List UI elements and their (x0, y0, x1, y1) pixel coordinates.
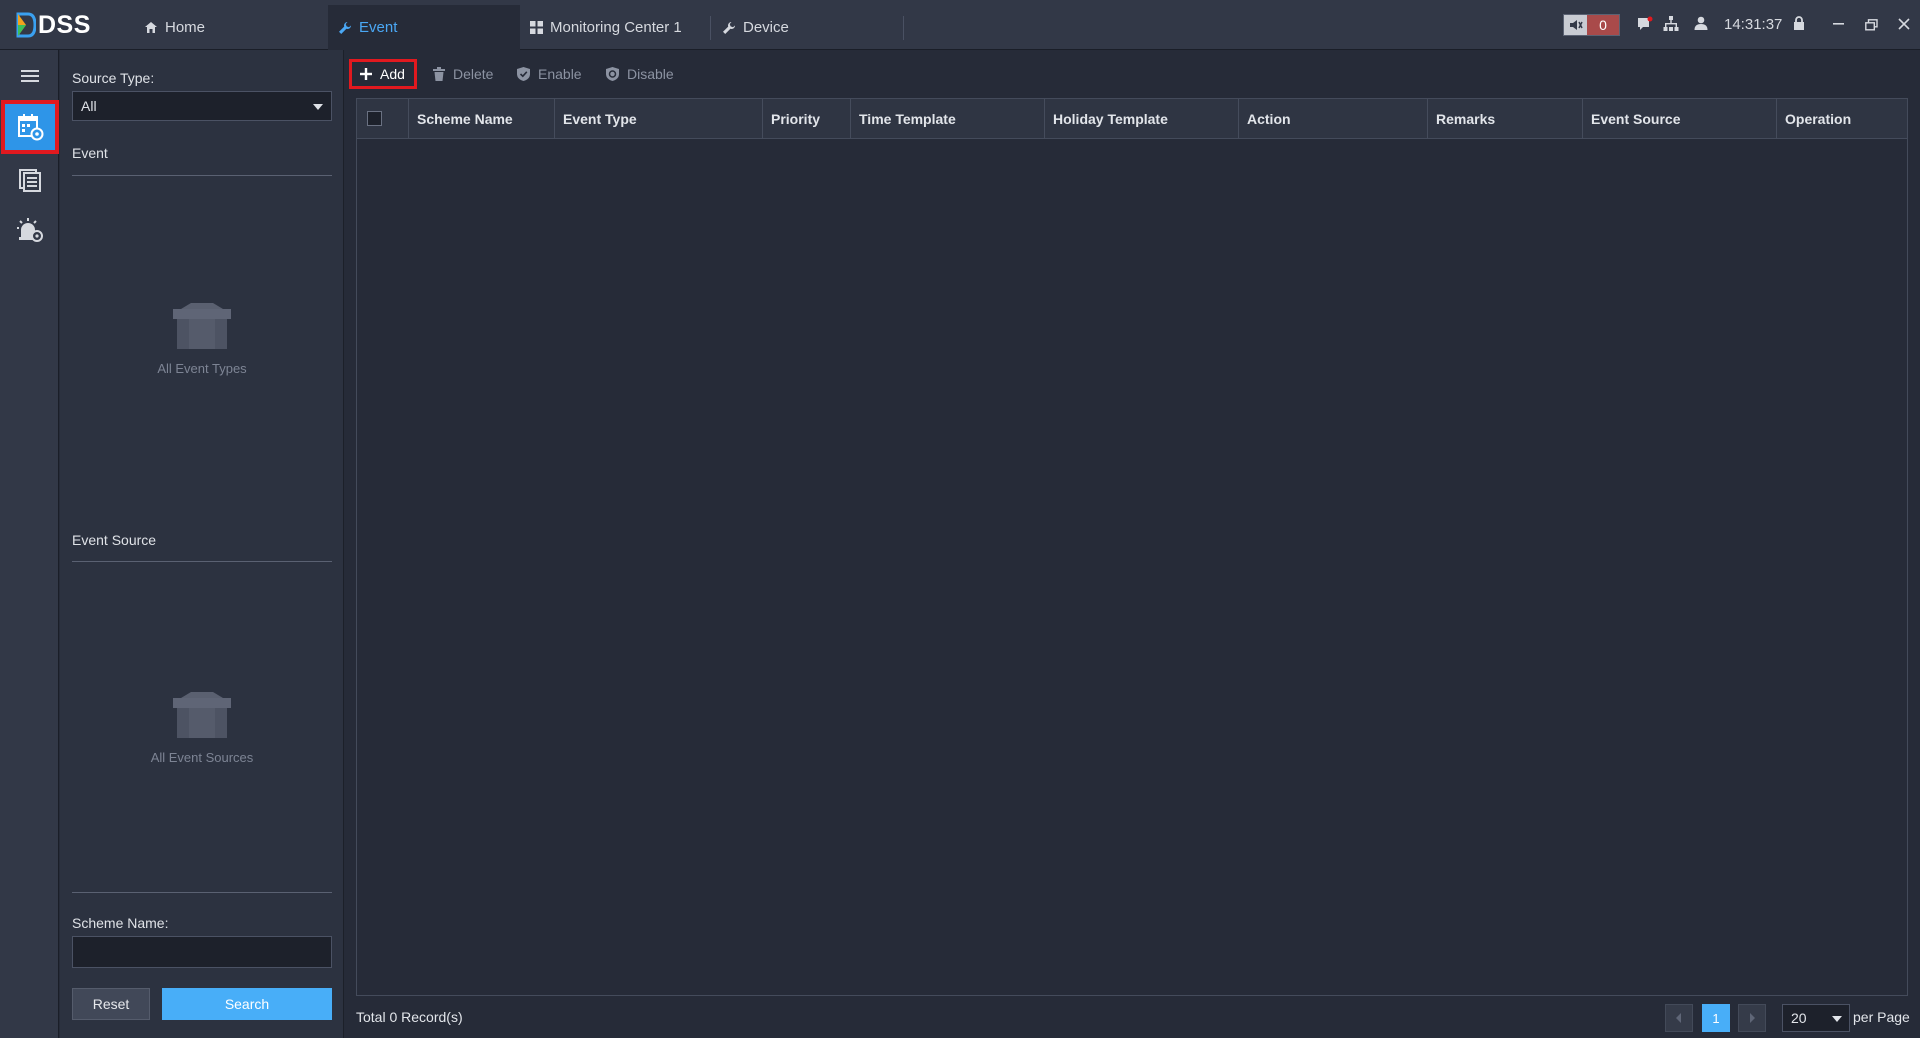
grid-icon (530, 21, 543, 34)
event-source-section-label: Event Source (72, 532, 157, 548)
column-header[interactable]: Action (1238, 99, 1427, 139)
event-sources-empty-text: All Event Sources (150, 750, 254, 765)
close-icon[interactable] (1898, 18, 1910, 30)
logo-text: DSS (38, 10, 91, 39)
event-config-icon (18, 114, 44, 141)
divider (72, 892, 332, 893)
total-suffix: Record(s) (401, 1009, 463, 1025)
disable-button-label: Disable (627, 66, 674, 82)
select-all-checkbox[interactable] (367, 111, 382, 126)
column-header[interactable]: Scheme Name (408, 99, 554, 139)
hamburger-icon (20, 70, 39, 82)
rail-event-config-button[interactable] (1, 100, 59, 154)
total-prefix: Total (356, 1009, 386, 1025)
add-button[interactable]: Add (349, 59, 417, 89)
alarm-count-badge: 0 (1587, 15, 1619, 35)
clock-time: 14:31:37 (1724, 16, 1783, 33)
icon-rail (0, 50, 59, 1038)
page-size-value: 20 (1791, 1010, 1807, 1026)
disable-button[interactable]: Disable (606, 59, 674, 89)
column-header[interactable]: Holiday Template (1044, 99, 1238, 139)
tab-device-label: Device (743, 19, 789, 36)
empty-box-icon (173, 692, 231, 738)
enable-button[interactable]: Enable (517, 59, 582, 89)
reset-button[interactable]: Reset (72, 988, 150, 1020)
speaker-mute-icon (1564, 15, 1587, 35)
per-page-label: per Page (1853, 1009, 1910, 1025)
page-size-select[interactable]: 20 (1782, 1004, 1850, 1032)
total-records: Total 0 Record(s) (356, 1009, 463, 1025)
column-header[interactable]: Time Template (850, 99, 1044, 139)
chevron-down-icon (313, 104, 323, 110)
table-header: Scheme Name Event Type Priority Time Tem… (357, 99, 1907, 139)
source-type-value: All (81, 98, 97, 114)
event-section-label: Event (72, 145, 108, 161)
enable-button-label: Enable (538, 66, 582, 82)
tab-home-label: Home (165, 19, 206, 36)
list-document-icon (18, 169, 41, 192)
next-page-button[interactable] (1738, 1004, 1766, 1032)
tab-separator (903, 16, 904, 40)
divider (72, 561, 332, 562)
event-scheme-table: Scheme Name Event Type Priority Time Tem… (356, 98, 1908, 996)
event-sources-empty-state: All Event Sources (72, 690, 332, 765)
alarm-sound-toggle[interactable]: 0 (1563, 14, 1620, 36)
top-bar: DSS Home Event Monitoring Center 1 Devic… (0, 0, 1920, 50)
app-logo: DSS (16, 10, 91, 40)
plus-icon (360, 68, 372, 80)
column-header[interactable]: Operation (1776, 99, 1907, 139)
trash-icon (433, 67, 445, 81)
lock-icon[interactable] (1793, 16, 1805, 30)
chevron-down-icon (1832, 1016, 1842, 1022)
tab-event[interactable]: Event (328, 5, 520, 50)
tab-monitoring-center-label: Monitoring Center 1 (550, 19, 682, 36)
filter-panel: Source Type: All Event All Event Types E… (60, 50, 344, 1038)
minimize-icon[interactable] (1833, 22, 1845, 26)
shield-check-icon (517, 67, 530, 81)
column-header[interactable]: Event Type (554, 99, 762, 139)
source-type-label: Source Type: (72, 70, 155, 86)
rail-event-list-button[interactable] (0, 156, 59, 204)
prev-page-button[interactable] (1665, 1004, 1693, 1032)
column-header[interactable]: Priority (762, 99, 850, 139)
delete-button[interactable]: Delete (433, 59, 493, 89)
chevron-right-icon (1750, 1013, 1755, 1023)
scheme-name-label: Scheme Name: (72, 915, 169, 931)
tab-home[interactable]: Home (134, 5, 324, 50)
tab-separator (710, 16, 711, 40)
search-button[interactable]: Search (162, 988, 332, 1020)
empty-box-icon (173, 303, 231, 349)
shield-block-icon (606, 67, 619, 81)
column-header[interactable]: Event Source (1582, 99, 1776, 139)
toolbar: Add Delete Enable Disable (345, 50, 1920, 98)
rail-alarm-settings-button[interactable] (0, 206, 59, 254)
tab-event-label: Event (359, 19, 398, 36)
total-count: 0 (389, 1009, 398, 1025)
user-icon[interactable] (1694, 16, 1708, 30)
alarm-message-icon[interactable] (1637, 16, 1653, 31)
alarm-settings-icon (16, 218, 43, 242)
tab-device[interactable]: Device (712, 5, 902, 50)
delete-button-label: Delete (453, 66, 494, 82)
column-header[interactable]: Remarks (1427, 99, 1582, 139)
wrench-icon (723, 21, 735, 34)
menu-toggle-button[interactable] (0, 52, 59, 100)
network-topology-icon[interactable] (1663, 16, 1679, 31)
source-type-select[interactable]: All (72, 91, 332, 121)
add-button-label: Add (380, 66, 405, 82)
divider (72, 175, 332, 176)
event-types-empty-text: All Event Types (157, 361, 247, 376)
page-number-button[interactable]: 1 (1702, 1004, 1730, 1032)
scheme-name-input[interactable] (72, 936, 332, 968)
tab-monitoring-center[interactable]: Monitoring Center 1 (520, 5, 710, 50)
home-icon (145, 22, 157, 33)
chevron-left-icon (1676, 1013, 1681, 1023)
restore-icon[interactable] (1865, 19, 1878, 31)
event-types-empty-state: All Event Types (72, 301, 332, 376)
logo-mark-icon (16, 12, 36, 38)
wrench-icon (339, 21, 351, 34)
